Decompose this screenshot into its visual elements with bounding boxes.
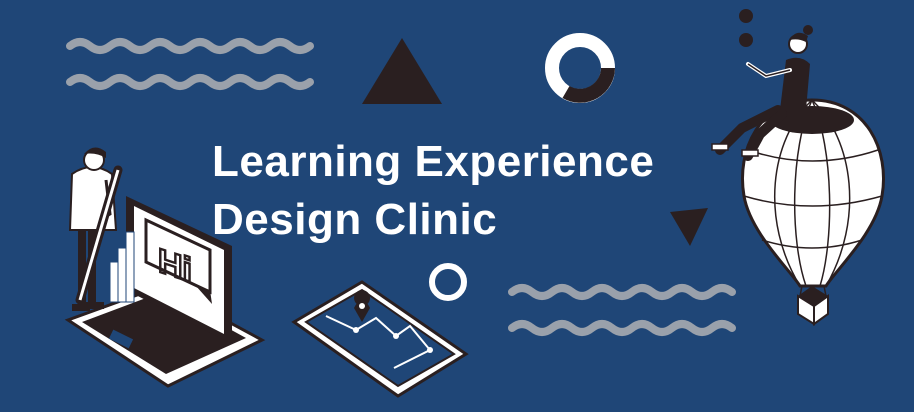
banner-title-line-2: Design Clinic [212,195,498,244]
dot-shape [739,9,753,23]
ring-shape-top [545,33,615,103]
triangle-shape-top [362,38,442,104]
ring-shape-small [429,263,467,301]
dot-shape [739,33,753,47]
banner-title: Learning Experience Design Clinic [212,133,654,249]
triangle-shape-right [670,208,708,246]
wave-decoration-bottom-right [508,284,736,336]
banner-title-line-1: Learning Experience [212,137,655,186]
wave-decoration-top-left [66,38,314,90]
banner: Hi Learning Experience Design Clinic [0,0,914,412]
